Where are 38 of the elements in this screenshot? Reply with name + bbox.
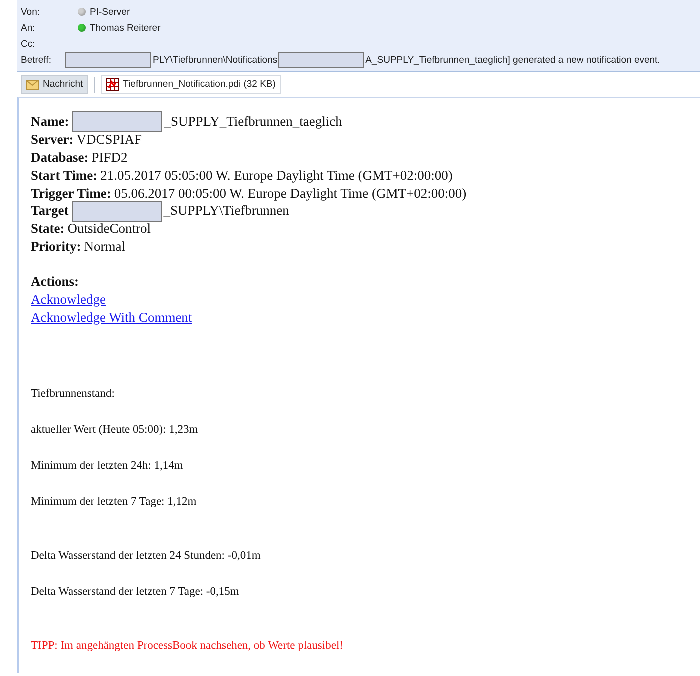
field-label: Server: — [31, 132, 74, 148]
field-label: Target — [31, 203, 69, 220]
section-title: Actions: — [31, 274, 80, 292]
field-value: Thomas Reiterer — [90, 22, 161, 34]
field-label: State: — [31, 221, 65, 238]
field-value: VDCSPIAF — [76, 132, 142, 148]
body-text: Delta Wasserstand der letzten 7 Tage: -0,15m — [31, 586, 240, 598]
field-value: A_SUPPLY_Tiefbrunnen_taeglich] generated a new notification event. — [366, 54, 660, 66]
tip-text: TIPP: Im angehängten ProcessBook nachsehen, ob Werte plausibel! — [31, 640, 344, 652]
field-label: An: — [21, 22, 36, 34]
body-text: Tiefbrunnenstand: — [31, 388, 115, 400]
body-text: Minimum der letzten 7 Tage: 1,12m — [31, 496, 197, 508]
action-link[interactable]: Acknowledge With Comment — [31, 310, 192, 328]
field-label: Name: — [31, 114, 70, 130]
field-label: Trigger Time: — [31, 186, 112, 202]
field-label: Priority: — [31, 239, 82, 256]
field-value: 21.05.2017 05:05:00 W. Europe Daylight Time (GMT+02:00:00) — [100, 168, 453, 184]
body-text: Minimum der letzten 24h: 1,14m — [31, 460, 184, 472]
attachment-tab[interactable]: Tiefbrunnen_Notification.pdi (32 KB) — [101, 75, 281, 94]
field-value: OutsideControl — [68, 221, 151, 238]
field-label: Betreff: — [21, 54, 52, 66]
field-value: _SUPPLY\Tiefbrunnen — [164, 203, 290, 220]
field-label: Von: — [21, 6, 42, 18]
body-text: Delta Wasserstand der letzten 24 Stunden: -0,01m — [31, 550, 261, 562]
envelope-icon — [26, 80, 39, 90]
action-link[interactable]: Acknowledge — [31, 292, 106, 310]
message-tab[interactable]: Nachricht — [21, 75, 88, 94]
field-label: Cc: — [21, 38, 36, 50]
field-value: PIFD2 — [92, 150, 128, 166]
field-value: PLY\Tiefbrunnen\Notifications — [153, 54, 278, 66]
field-value: Normal — [84, 239, 126, 256]
file-icon — [106, 78, 120, 91]
field-value: PI-Server — [90, 6, 130, 18]
field-value: _SUPPLY_Tiefbrunnen_taeglich — [164, 114, 342, 130]
field-value: 05.06.2017 00:05:00 W. Europe Daylight Time (GMT+02:00:00) — [114, 186, 467, 202]
field-label: Start Time: — [31, 168, 98, 184]
field-label: Database: — [31, 150, 89, 166]
body-text: aktueller Wert (Heute 05:00): 1,23m — [31, 424, 198, 436]
